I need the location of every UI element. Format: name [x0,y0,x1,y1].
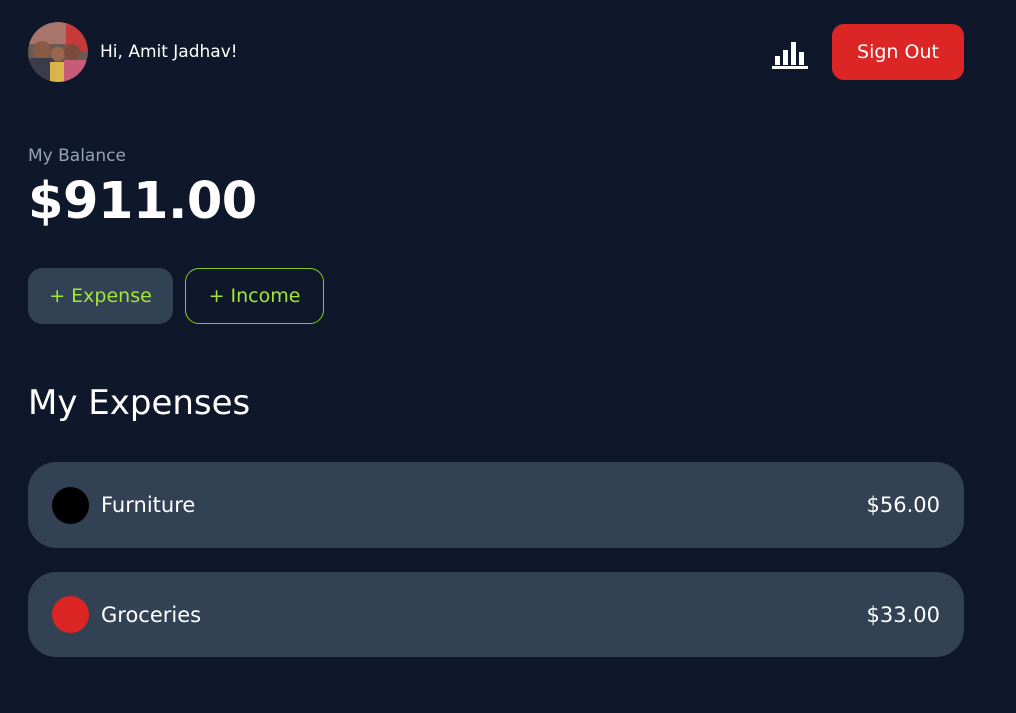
expense-item-groceries[interactable]: Groceries $33.00 [28,572,964,657]
category-color-dot [52,486,89,524]
expense-list: Furniture $56.00 Groceries $33.00 [28,462,964,681]
balance-value: $911.00 [28,172,257,231]
greeting-text: Hi, Amit Jadhav! [100,42,238,62]
expense-amount: $56.00 [866,493,940,517]
app-root: Hi, Amit Jadhav! Sign Out My Balance $91… [0,0,1016,713]
header: Hi, Amit Jadhav! Sign Out [28,22,964,82]
stats-button[interactable] [772,36,808,70]
balance-label: My Balance [28,146,126,166]
user-info: Hi, Amit Jadhav! [28,22,238,82]
sign-out-button[interactable]: Sign Out [832,24,964,80]
expense-name: Furniture [101,493,196,517]
add-income-button[interactable]: + Income [185,268,324,324]
avatar[interactable] [28,22,88,82]
expense-amount: $33.00 [866,602,940,627]
action-buttons: + Expense + Income [28,268,324,324]
category-color-dot [52,596,89,633]
expense-name: Groceries [101,602,202,627]
add-expense-button[interactable]: + Expense [28,268,173,324]
expenses-section-title: My Expenses [28,383,251,423]
bar-chart-icon [772,42,808,69]
expense-item-furniture[interactable]: Furniture $56.00 [28,462,964,548]
